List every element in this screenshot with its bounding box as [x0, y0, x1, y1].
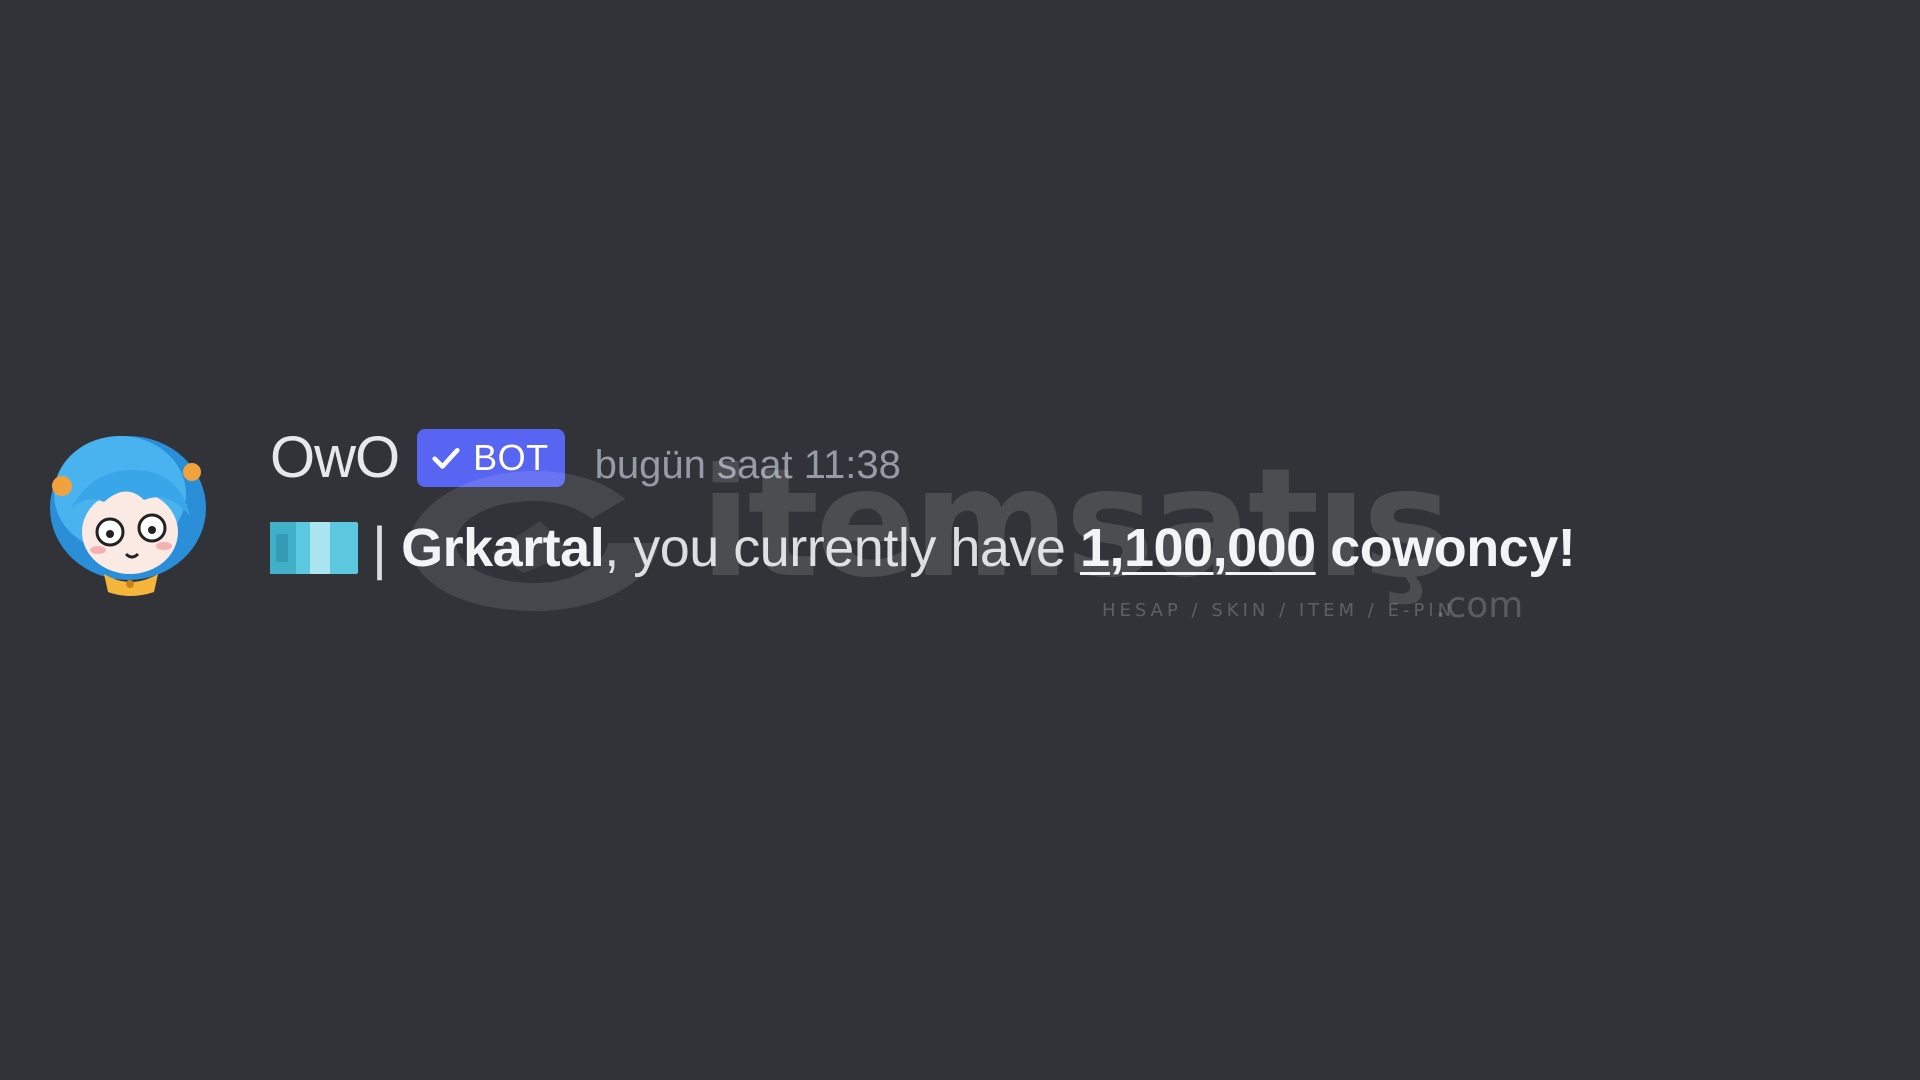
bot-badge: BOT — [417, 429, 565, 487]
cowoncy-icon — [270, 520, 358, 576]
username[interactable]: OwO — [270, 429, 400, 487]
user-mention[interactable]: Grkartal — [401, 517, 605, 579]
separator: | — [372, 515, 388, 581]
owo-avatar-icon — [50, 436, 206, 596]
bot-badge-label: BOT — [473, 437, 549, 478]
discord-chat-view: OwO BOT bugün saat 11:38 | Grkartal , yo… — [0, 0, 1920, 1080]
message-text-end: cowoncy! — [1315, 518, 1576, 578]
check-icon — [429, 441, 463, 475]
message-content: OwO BOT bugün saat 11:38 | Grkartal , yo… — [270, 420, 1860, 590]
message-body: | Grkartal , you currently have 1,100,00… — [270, 506, 1860, 590]
cowoncy-amount: 1,100,000 — [1079, 518, 1316, 578]
message-timestamp[interactable]: bugün saat 11:38 — [595, 443, 901, 488]
chat-message: OwO BOT bugün saat 11:38 | Grkartal , yo… — [40, 420, 1860, 600]
watermark-tagline: HESAP / SKIN / ITEM / E-PIN — [1102, 600, 1456, 621]
message-text: , you currently have — [604, 518, 1080, 578]
message-header: OwO BOT bugün saat 11:38 — [270, 420, 1860, 496]
bot-avatar[interactable] — [40, 424, 216, 600]
